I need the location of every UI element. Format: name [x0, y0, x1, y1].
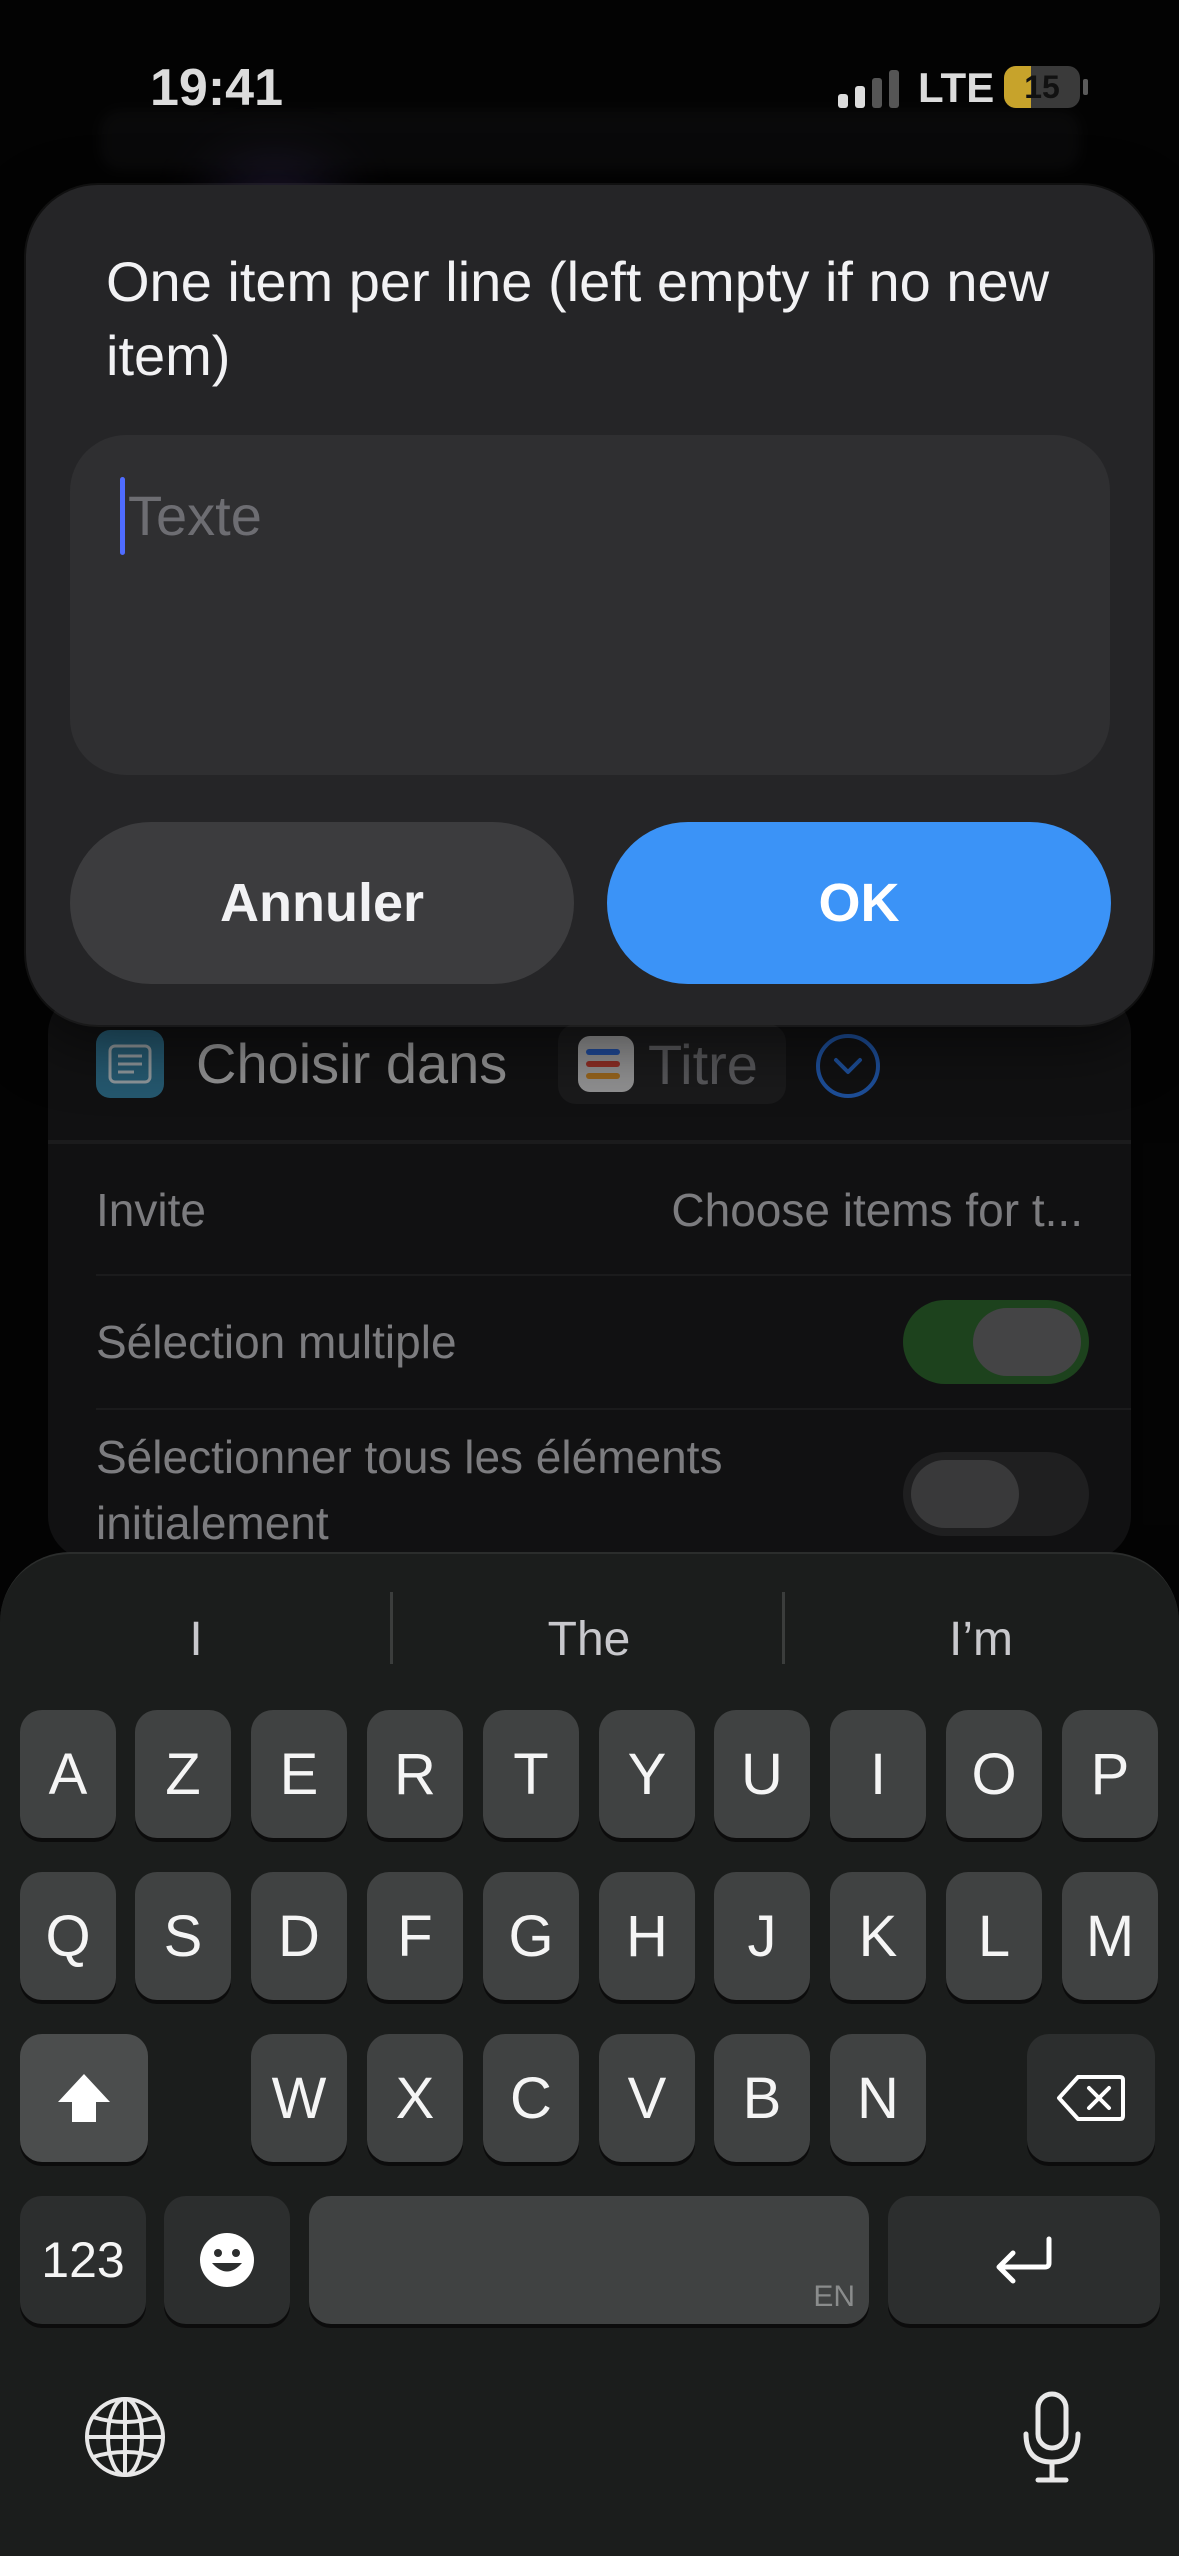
globe-icon: [85, 2397, 165, 2477]
key-r[interactable]: R: [367, 1710, 463, 1838]
delete-key[interactable]: [1027, 2034, 1155, 2162]
key-f[interactable]: F: [367, 1872, 463, 2000]
ok-button[interactable]: OK: [607, 822, 1111, 984]
key-a[interactable]: A: [20, 1710, 116, 1838]
battery-cap: [1083, 79, 1088, 95]
numbers-key[interactable]: 123: [20, 2196, 146, 2324]
microphone-icon: [1023, 2391, 1081, 2483]
delete-icon: [1057, 2075, 1125, 2121]
suggestion-3[interactable]: I’m: [785, 1584, 1177, 1694]
emoji-icon: [200, 2233, 254, 2287]
key-j[interactable]: J: [714, 1872, 810, 2000]
return-key[interactable]: [888, 2196, 1160, 2324]
key-q[interactable]: Q: [20, 1872, 116, 2000]
key-m[interactable]: M: [1062, 1872, 1158, 2000]
key-e[interactable]: E: [251, 1710, 347, 1838]
signal-icon: [838, 68, 899, 108]
key-z[interactable]: Z: [135, 1710, 231, 1838]
shift-icon: [58, 2074, 110, 2122]
status-bar: 19:41 LTE 15: [0, 0, 1179, 170]
status-time: 19:41: [150, 59, 283, 117]
return-icon: [996, 2236, 1052, 2284]
key-w[interactable]: W: [251, 2034, 347, 2162]
key-k[interactable]: K: [830, 1872, 926, 2000]
cancel-button[interactable]: Annuler: [70, 822, 574, 984]
key-i[interactable]: I: [830, 1710, 926, 1838]
keyboard: I The I’m A Z E R T Y U I O P Q S D F G …: [0, 1552, 1179, 2556]
key-s[interactable]: S: [135, 1872, 231, 2000]
shift-key[interactable]: [20, 2034, 148, 2162]
text-input-alert: One item per line (left empty if no new …: [26, 185, 1153, 1025]
key-p[interactable]: P: [1062, 1710, 1158, 1838]
key-y[interactable]: Y: [599, 1710, 695, 1838]
text-input-field[interactable]: Texte: [70, 435, 1110, 775]
key-h[interactable]: H: [599, 1872, 695, 2000]
key-u[interactable]: U: [714, 1710, 810, 1838]
battery-icon: 15: [1004, 66, 1080, 108]
suggestion-2[interactable]: The: [393, 1584, 785, 1694]
key-g[interactable]: G: [483, 1872, 579, 2000]
key-c[interactable]: C: [483, 2034, 579, 2162]
key-d[interactable]: D: [251, 1872, 347, 2000]
battery-percent: 15: [1024, 68, 1060, 105]
key-n[interactable]: N: [830, 2034, 926, 2162]
alert-message: One item per line (left empty if no new …: [106, 250, 1050, 387]
key-b[interactable]: B: [714, 2034, 810, 2162]
text-caret: [120, 477, 125, 555]
key-o[interactable]: O: [946, 1710, 1042, 1838]
key-x[interactable]: X: [367, 2034, 463, 2162]
key-t[interactable]: T: [483, 1710, 579, 1838]
network-type: LTE: [918, 64, 995, 111]
dictation-key[interactable]: [1010, 2388, 1094, 2488]
space-key[interactable]: EN: [309, 2196, 869, 2324]
suggestion-1[interactable]: I: [0, 1584, 392, 1694]
emoji-key[interactable]: [164, 2196, 290, 2324]
globe-key[interactable]: [82, 2394, 168, 2480]
key-v[interactable]: V: [599, 2034, 695, 2162]
input-placeholder: Texte: [128, 484, 262, 547]
space-language-label: EN: [813, 2280, 855, 2313]
key-l[interactable]: L: [946, 1872, 1042, 2000]
